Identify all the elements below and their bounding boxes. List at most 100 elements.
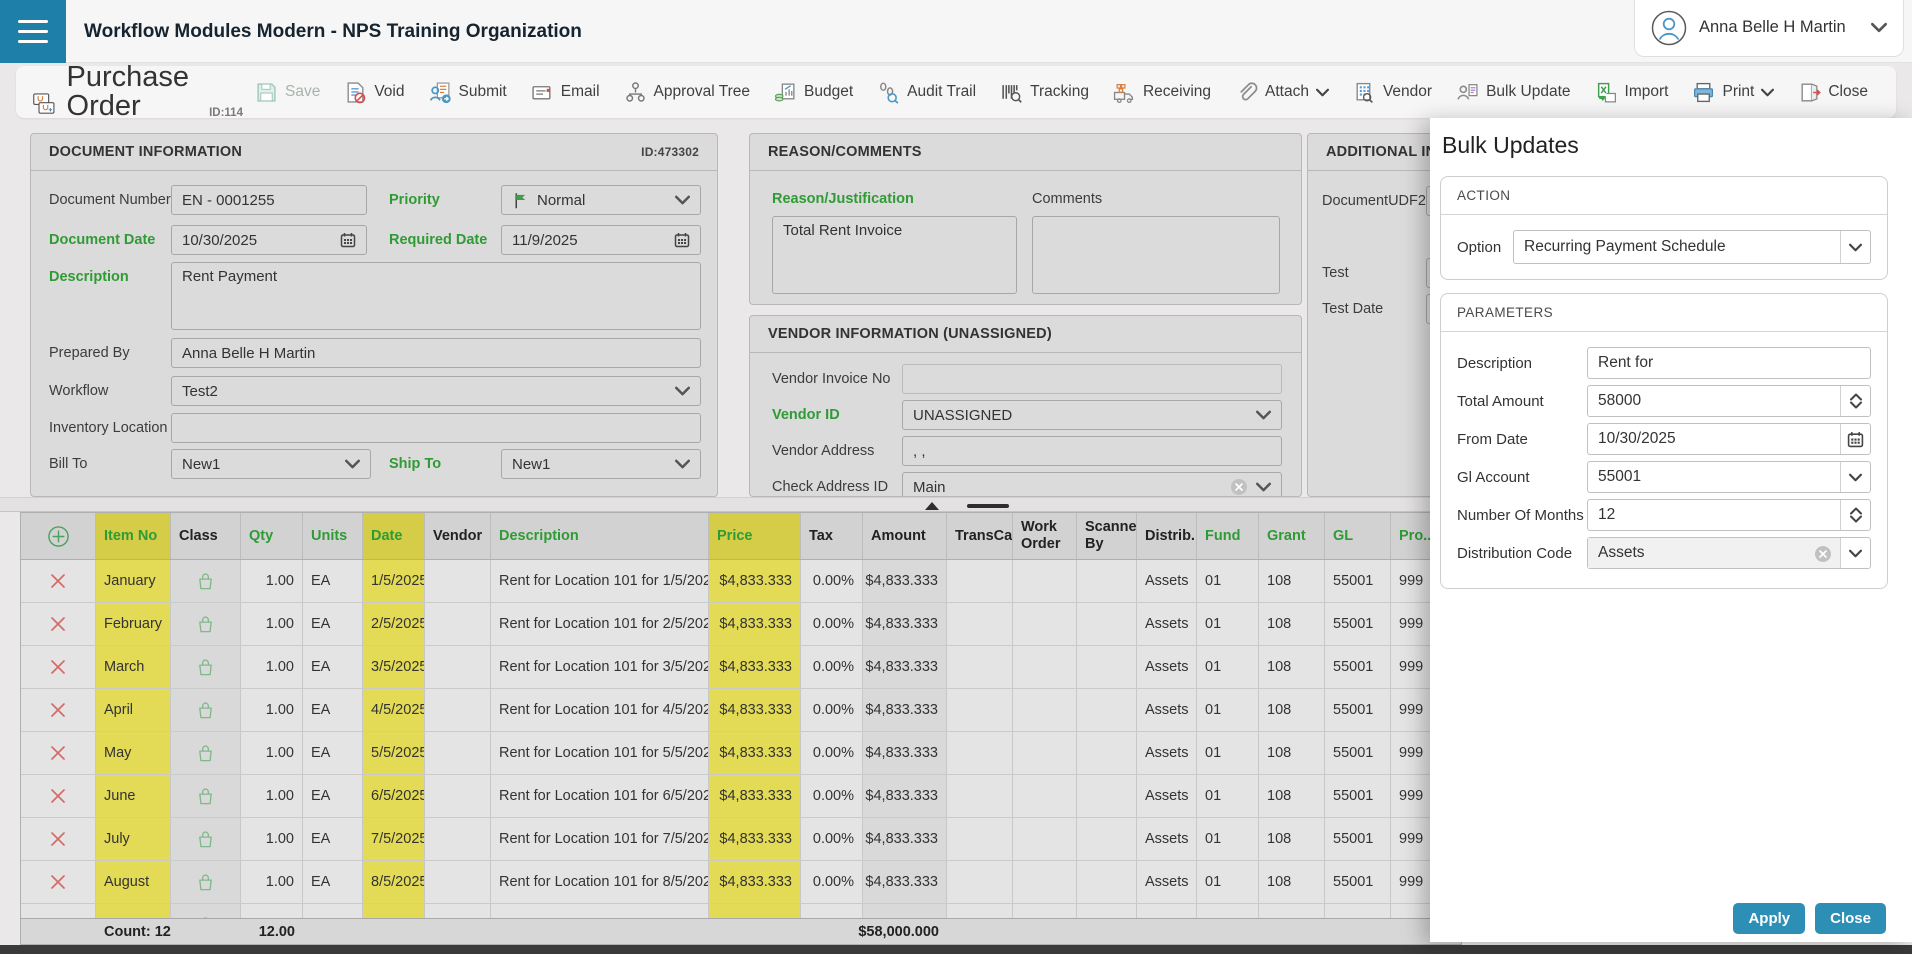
distribution-code-dropdown-button[interactable] [1840,538,1870,568]
col-header-transcat[interactable]: TransCat [947,513,1013,559]
cell-grant[interactable]: 108 [1259,818,1325,860]
cell-vendor[interactable] [425,818,491,860]
delete-row-button[interactable] [21,732,96,774]
cell-grant[interactable]: 108 [1259,861,1325,903]
cell-units[interactable]: EA [303,904,363,918]
cell-units[interactable]: EA [303,646,363,688]
cell-price[interactable]: $4,833.333 [709,689,801,731]
cell-tax[interactable]: 0.00% [801,646,863,688]
cell-distribution[interactable]: Assets [1137,732,1197,774]
delete-row-button[interactable] [21,560,96,602]
cell-transcat[interactable] [947,861,1013,903]
cell-tax[interactable]: 0.00% [801,732,863,774]
cell-units[interactable]: EA [303,560,363,602]
delete-row-button[interactable] [21,818,96,860]
col-header-units[interactable]: Units [303,513,363,559]
cell-description[interactable]: Rent for Location 101 for 4/5/2025 [491,689,709,731]
cell-work-order[interactable] [1013,732,1077,774]
cell-qty[interactable]: 1.00 [241,603,303,645]
cell-grant[interactable]: 108 [1259,560,1325,602]
cell-gl[interactable]: 55001 [1325,904,1391,918]
bill-to-select[interactable]: New1 [171,449,371,479]
receiving-button[interactable]: Receiving [1101,72,1223,112]
cell-qty[interactable]: 1.00 [241,560,303,602]
total-amount-stepper[interactable] [1840,386,1870,416]
cell-gl[interactable]: 55001 [1325,861,1391,903]
cell-gl[interactable]: 55001 [1325,646,1391,688]
workflow-select[interactable]: Test2 [171,376,701,406]
budget-button[interactable]: Budget [762,72,865,112]
cell-gl[interactable]: 55001 [1325,818,1391,860]
distribution-code-select[interactable] [1587,537,1871,569]
vendor-address-field[interactable] [902,436,1282,466]
cell-fund[interactable]: 01 [1197,904,1259,918]
cell-tax[interactable]: 0.00% [801,818,863,860]
description-field[interactable]: Rent Payment [171,262,701,330]
cell-fund[interactable]: 01 [1197,646,1259,688]
void-button[interactable]: Void [332,72,416,112]
col-header-grant[interactable]: Grant [1259,513,1325,559]
cell-scanned-by[interactable] [1077,775,1137,817]
distribution-code-input[interactable] [1588,538,1840,568]
cell-description[interactable]: Rent for Location 101 for 6/5/2025 [491,775,709,817]
cell-transcat[interactable] [947,818,1013,860]
cell-gl[interactable]: 55001 [1325,775,1391,817]
cell-description[interactable]: Rent for Location 101 for 8/5/2025 [491,861,709,903]
cell-item-no[interactable]: February [96,603,171,645]
cell-price[interactable]: $4,833.333 [709,775,801,817]
bulk-description-input[interactable] [1588,348,1870,378]
cell-class[interactable] [171,904,241,918]
cell-tax[interactable]: 0.00% [801,603,863,645]
col-header-distribution[interactable]: Distrib... [1137,513,1197,559]
vendor-button[interactable]: Vendor [1341,72,1444,112]
cell-qty[interactable]: 1.00 [241,732,303,774]
ship-to-select[interactable]: New1 [501,449,701,479]
cell-class[interactable] [171,818,241,860]
delete-row-button[interactable] [21,603,96,645]
bulk-update-button[interactable]: Bulk Update [1444,72,1582,112]
cell-distribution[interactable]: Assets [1137,775,1197,817]
cell-transcat[interactable] [947,775,1013,817]
cell-vendor[interactable] [425,732,491,774]
delete-row-button[interactable] [21,861,96,903]
cell-vendor[interactable] [425,646,491,688]
cell-distribution[interactable]: Assets [1137,560,1197,602]
cell-amount[interactable]: $4,833.333 [863,732,947,774]
approval-tree-button[interactable]: Approval Tree [612,72,763,112]
cell-amount[interactable]: $4,833.333 [863,818,947,860]
col-header-item-no[interactable]: Item No [96,513,171,559]
cell-class[interactable] [171,603,241,645]
audit-trail-button[interactable]: Audit Trail [865,72,988,112]
vendor-id-select[interactable]: UNASSIGNED [902,400,1282,430]
cell-work-order[interactable] [1013,603,1077,645]
cell-tax[interactable]: 0.00% [801,904,863,918]
cell-fund[interactable]: 01 [1197,560,1259,602]
delete-row-button[interactable] [21,689,96,731]
from-date-calendar-button[interactable] [1840,424,1870,454]
cell-scanned-by[interactable] [1077,560,1137,602]
option-value[interactable] [1514,231,1840,263]
clear-icon[interactable] [1230,478,1248,496]
number-of-months-field[interactable] [1587,499,1871,531]
cell-price[interactable]: $4,833.333 [709,904,801,918]
cell-date[interactable]: 3/5/2025 [363,646,425,688]
number-of-months-stepper[interactable] [1840,500,1870,530]
cell-work-order[interactable] [1013,646,1077,688]
cell-item-no[interactable]: June [96,775,171,817]
col-header-vendor[interactable]: Vendor [425,513,491,559]
document-number-field[interactable] [171,185,367,215]
cell-work-order[interactable] [1013,560,1077,602]
tracking-button[interactable]: Tracking [988,72,1101,112]
document-date-field[interactable]: 10/30/2025 [171,225,367,255]
cell-date[interactable]: 9/5/2025 [363,904,425,918]
option-dropdown-button[interactable] [1840,231,1870,263]
cell-qty[interactable]: 1.00 [241,646,303,688]
cell-description[interactable]: Rent for Location 101 for 7/5/2025 [491,818,709,860]
cell-item-no[interactable]: March [96,646,171,688]
cell-qty[interactable]: 1.00 [241,818,303,860]
cell-item-no[interactable]: January [96,560,171,602]
from-date-field[interactable] [1587,423,1871,455]
cell-distribution[interactable]: Assets [1137,861,1197,903]
cell-fund[interactable]: 01 [1197,818,1259,860]
inventory-location-field[interactable] [171,413,701,443]
